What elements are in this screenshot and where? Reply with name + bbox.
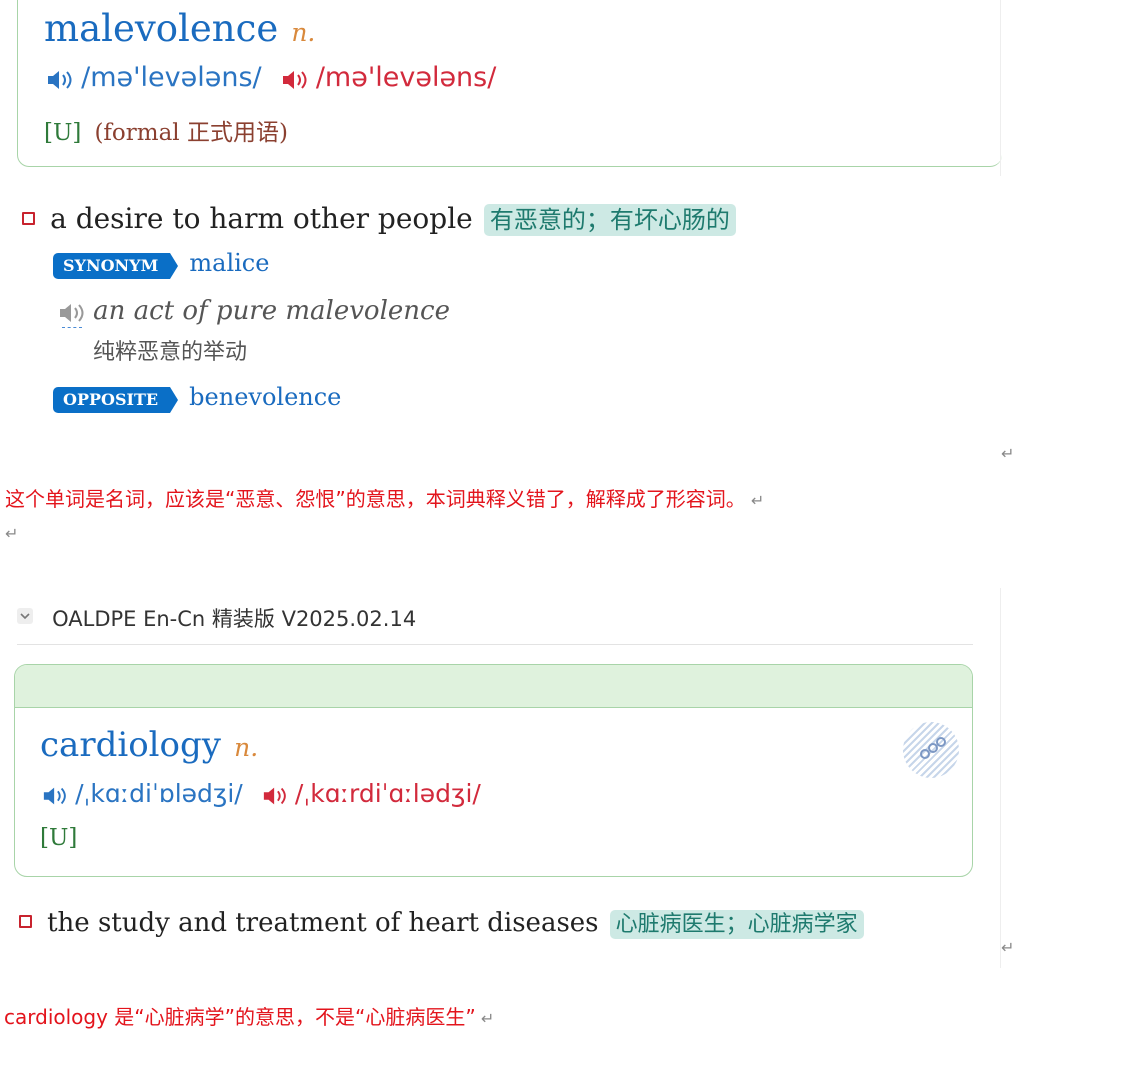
definition-translation: 有恶意的；有坏心肠的: [483, 204, 736, 236]
part-of-speech: n.: [234, 733, 259, 762]
opposite-link[interactable]: benevolence: [189, 383, 341, 411]
entry-header: malevolence n.: [44, 10, 315, 47]
pronunciation-row: /ˌkɑːdiˈɒlədʒi/ /ˌkɑːrdiˈɑːlədʒi/: [42, 779, 481, 811]
speaker-icon[interactable]: [58, 302, 88, 328]
note-text: cardiology 是“心脏病学”的意思，不是“心脏病医生”: [4, 1005, 476, 1029]
annotation-note-2: cardiology 是“心脏病学”的意思，不是“心脏病医生” ↵: [4, 1001, 494, 1030]
return-mark-icon: ↵: [750, 491, 765, 510]
entry-header: cardiology n.: [40, 728, 258, 762]
pronunciation-uk: /ˌkɑːdiˈɒlədʒi/: [75, 779, 243, 808]
divider: [1000, 0, 1001, 176]
speaker-icon[interactable]: [281, 69, 311, 95]
checkbox-icon[interactable]: [22, 212, 35, 225]
grammar-label: [U]: [44, 120, 82, 146]
pronunciation-uk: /mə'levələns/: [81, 62, 262, 93]
grammar-row: [U] (formal 正式用语): [44, 113, 288, 147]
definition-translation: 心脏病医生；心脏病学家: [609, 910, 864, 939]
synonym-badge: SYNONYM: [53, 253, 179, 279]
dictionary-title: OALDPE En-Cn 精装版 V2025.02.14: [52, 607, 417, 631]
note-text: 这个单词是名词，应该是“恶意、怨恨”的意思，本词典释义错了，解释成了形容词。: [5, 487, 746, 511]
separator: [17, 644, 973, 645]
grammar-row: [U]: [40, 825, 77, 851]
synonym-link[interactable]: malice: [189, 249, 269, 277]
checkbox-icon[interactable]: [19, 915, 32, 928]
register-label: (formal 正式用语): [94, 120, 288, 146]
return-mark-icon: ↵: [5, 524, 19, 543]
example: an act of pure malevolence: [58, 296, 450, 328]
dashed-mark: [62, 327, 82, 328]
example-sentence: an act of pure malevolence: [93, 296, 450, 326]
sense-1: the study and treatment of heart disease…: [19, 906, 864, 939]
chevron-down-icon[interactable]: [17, 608, 33, 624]
headword[interactable]: cardiology: [40, 725, 221, 765]
part-of-speech: n.: [291, 18, 316, 47]
return-mark-icon: ↵: [480, 1009, 495, 1028]
definition: a desire to harm other people: [50, 202, 473, 235]
example-translation-row: 纯粹恶意的举动: [93, 334, 247, 366]
dictionary-source-header[interactable]: OALDPE En-Cn 精装版 V2025.02.14: [17, 603, 416, 633]
definition: the study and treatment of heart disease…: [47, 908, 599, 938]
card-header-bar: [15, 665, 972, 708]
return-mark-icon: ↵: [1001, 938, 1015, 957]
grammar-label: [U]: [40, 825, 78, 851]
pronunciation-row: /mə'levələns/ /mə'levələns/: [46, 62, 496, 95]
return-mark-icon: ↵: [1001, 444, 1015, 463]
pronunciation-us: /mə'levələns/: [315, 62, 497, 93]
speaker-icon[interactable]: [262, 785, 290, 811]
opposite-badge: OPPOSITE: [53, 387, 179, 413]
pronunciation-us: /ˌkɑːrdiˈɑːlədʒi/: [294, 779, 481, 808]
headword[interactable]: malevolence: [44, 7, 278, 50]
divider: [1000, 588, 1001, 968]
synonym-row: SYNONYM malice: [53, 249, 269, 279]
sense-1: a desire to harm other people 有恶意的；有坏心肠的: [22, 200, 736, 236]
stamp-icon[interactable]: [903, 722, 959, 778]
speaker-icon[interactable]: [42, 785, 70, 811]
opposite-row: OPPOSITE benevolence: [53, 383, 341, 413]
annotation-note-1: 这个单词是名词，应该是“恶意、怨恨”的意思，本词典释义错了，解释成了形容词。 ↵: [5, 483, 764, 512]
entry-card-cardiology: [14, 664, 973, 877]
example-translation: 纯粹恶意的举动: [93, 340, 248, 365]
speaker-icon[interactable]: [46, 69, 76, 95]
